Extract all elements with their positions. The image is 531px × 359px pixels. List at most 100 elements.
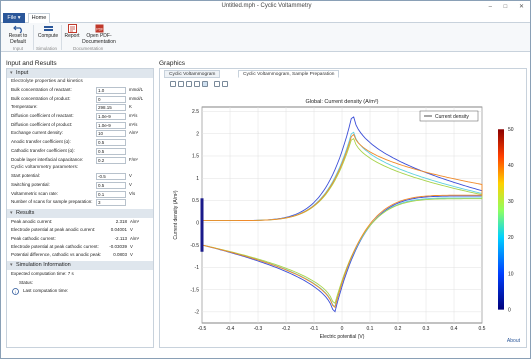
param-row: Voltammetric scan rate: 0.1 V/s bbox=[7, 190, 153, 199]
x-tick-label: 0.1 bbox=[367, 326, 374, 332]
undo-icon bbox=[12, 25, 22, 33]
tab-cv-sample-preparation[interactable]: Cyclic Voltammogram, Sample Preparation bbox=[238, 70, 340, 78]
sim-section-header[interactable]: ▾ Simulation Information bbox=[7, 261, 153, 271]
result-value: 2.318 bbox=[115, 218, 127, 224]
compute-button[interactable]: Compute bbox=[36, 24, 60, 40]
start-transient-mark bbox=[200, 198, 204, 252]
param-input[interactable]: 0.5 bbox=[96, 181, 126, 189]
ribbon: Reset to Default Compute Report PDF Open… bbox=[1, 23, 530, 52]
param-input[interactable]: 10 bbox=[96, 130, 126, 138]
unit-label: m²/s bbox=[129, 113, 138, 119]
param-input[interactable]: 3 bbox=[96, 199, 126, 207]
results-section-header[interactable]: ▾ Results bbox=[7, 208, 153, 218]
param-input[interactable]: 0.5 bbox=[96, 139, 126, 147]
param-label: Peak anodic current: bbox=[11, 218, 53, 224]
group-documentation-label: Documentation bbox=[73, 46, 104, 51]
param-input[interactable]: 0 bbox=[96, 95, 126, 103]
result-value: -2.113 bbox=[114, 235, 127, 241]
param-label: Bulk concentration of product: bbox=[11, 95, 71, 101]
param-input[interactable]: -0.5 bbox=[96, 173, 126, 181]
param-input[interactable]: 0.5 bbox=[96, 147, 126, 155]
status-row: Status: bbox=[19, 279, 34, 285]
x-tick-label: -0.4 bbox=[226, 326, 235, 332]
svg-text:i: i bbox=[15, 290, 17, 295]
param-input[interactable]: 298.15 bbox=[96, 104, 126, 112]
unit-label: V/s bbox=[129, 190, 136, 196]
open-pdf-button[interactable]: PDF Open PDF-Documentation bbox=[81, 24, 117, 45]
param-row: Temperature: 298.15 K bbox=[7, 103, 153, 112]
x-tick-label: 0 bbox=[341, 326, 344, 332]
window-title: Untitled.mph - Cyclic Voltammetry bbox=[221, 3, 312, 9]
unit-label: m²/s bbox=[129, 121, 138, 127]
unit-label: A/m² bbox=[130, 218, 140, 224]
param-input[interactable]: 1.0e-9 bbox=[96, 113, 126, 121]
y-tick-label: -2 bbox=[195, 310, 200, 316]
unit-label: V bbox=[129, 181, 132, 187]
pdf-icon: PDF bbox=[95, 24, 103, 33]
x-tick-label: 0.2 bbox=[395, 326, 402, 332]
param-label: Diffusion coefficient of reactant: bbox=[11, 113, 74, 119]
param-label: Start potential: bbox=[11, 173, 41, 179]
y-tick-label: 1 bbox=[196, 176, 199, 182]
cv-chart: -0.5 -0.4 -0.3 -0.2 -0.1 0 0.1 0.2 0.3 0.4 0.5 -2 -1… bbox=[173, 99, 514, 340]
app-window: Untitled.mph - Cyclic Voltammetry – □ ✕ … bbox=[0, 0, 531, 359]
last-time-row: i Last computation time: bbox=[7, 287, 153, 295]
result-row: Electrode potential at peak anodic curre… bbox=[7, 226, 153, 234]
group-input-label: Input bbox=[13, 46, 24, 51]
unit-label: V bbox=[129, 173, 132, 179]
y-axis-label: Current density (A/m²) bbox=[173, 190, 179, 240]
param-input[interactable]: 1.0 bbox=[96, 87, 126, 94]
param-label: Temperature: bbox=[11, 104, 38, 110]
tab-cyclic-voltammogram[interactable]: Cyclic Voltammogram bbox=[164, 70, 221, 78]
param-row: Diffusion coefficient of product: 1.0e-9 m… bbox=[7, 121, 153, 130]
param-label: Cathodic transfer coefficient (α): bbox=[11, 147, 75, 153]
param-label: Diffusion coefficient of product: bbox=[11, 121, 73, 127]
colorbar bbox=[498, 129, 504, 310]
colorbar-tick-label: 50 bbox=[508, 127, 514, 133]
ribbon-separator bbox=[33, 25, 34, 50]
unit-label: mmol/L bbox=[129, 87, 144, 92]
param-label: Peak cathodic current: bbox=[11, 235, 56, 241]
param-input[interactable]: 1.0e-9 bbox=[96, 121, 126, 129]
y-tick-label: 1.5 bbox=[192, 154, 199, 160]
colorbar-tick-label: 0 bbox=[508, 307, 511, 313]
results-list: Peak anodic current: 2.318 A/m² Electrode p… bbox=[7, 218, 153, 259]
param-row: Double layer interfacial capacitance: 0.2… bbox=[7, 156, 153, 165]
colorbar-tick-label: 10 bbox=[508, 271, 514, 277]
graphics-title: Graphics bbox=[159, 60, 186, 67]
param-label: Anodic transfer coefficient (α): bbox=[11, 139, 71, 145]
unit-label: K bbox=[129, 104, 132, 110]
file-tab[interactable]: File ▾ bbox=[3, 13, 25, 23]
home-tab[interactable]: Home bbox=[28, 13, 50, 23]
colorbar-tick-label: 20 bbox=[508, 235, 514, 241]
param-label: Electrode potential at peak anodic curre… bbox=[11, 227, 96, 233]
param-row: Exchange current density: 10 A/m² bbox=[7, 129, 153, 138]
report-icon bbox=[67, 24, 77, 33]
param-input[interactable]: 0.1 bbox=[96, 190, 126, 198]
input-results-title: Input and Results bbox=[6, 60, 57, 67]
reset-label: Reset to Default bbox=[8, 33, 28, 45]
y-tick-label: -0.5 bbox=[190, 243, 199, 249]
result-row: Peak cathodic current: -2.113 A/m² bbox=[7, 235, 153, 243]
result-row: Potential difference, cathodic vs anodic… bbox=[7, 251, 153, 259]
y-tick-label: 2.5 bbox=[192, 109, 199, 115]
param-label: Electrode potential at peak cathodic cur… bbox=[11, 243, 99, 249]
colorbar-tick-label: 40 bbox=[508, 163, 514, 169]
input-section-header[interactable]: ▾ Input bbox=[7, 69, 153, 78]
input-section-label: Input bbox=[16, 70, 29, 76]
sim-section-label: Simulation Information bbox=[16, 262, 71, 269]
result-value: -0.03039 bbox=[109, 243, 127, 249]
about-link[interactable]: About bbox=[507, 338, 520, 344]
param-label: Voltammetric scan rate: bbox=[11, 190, 59, 196]
title-bar: Untitled.mph - Cyclic Voltammetry – □ ✕ bbox=[1, 1, 530, 12]
param-input[interactable]: 0.2 bbox=[96, 156, 126, 164]
unit-label: V bbox=[130, 252, 133, 258]
param-row: Switching potential: 0.5 V bbox=[7, 181, 153, 190]
reset-button[interactable]: Reset to Default bbox=[5, 24, 31, 45]
open-pdf-label: Open PDF-Documentation bbox=[82, 33, 116, 45]
unit-label: V bbox=[130, 227, 133, 233]
report-button[interactable]: Report bbox=[61, 24, 83, 40]
input-results-panel: ▾ Input Electrolyte properties and kineti… bbox=[6, 68, 154, 348]
param-row: Number of scans for sample preparation: 3 bbox=[7, 198, 153, 207]
y-tick-label: 0 bbox=[196, 220, 199, 226]
